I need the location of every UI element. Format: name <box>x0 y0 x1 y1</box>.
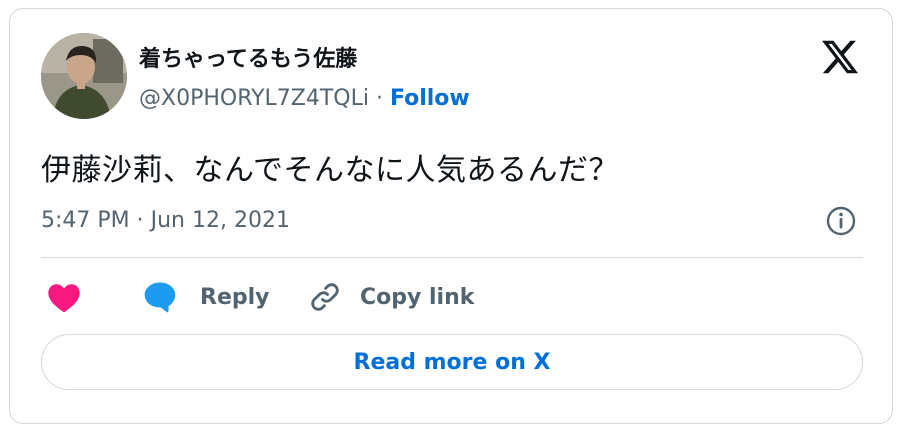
copy-link-button[interactable]: Copy link <box>308 279 474 315</box>
read-more-label: Read more on X <box>353 349 551 375</box>
author-handle[interactable]: @X0PHORYL7Z4TQLi <box>139 86 369 111</box>
link-icon <box>311 283 339 311</box>
avatar-image <box>41 33 127 119</box>
tweet-text: 伊藤沙莉、なんでそんなに人気あるんだ？ <box>41 153 619 188</box>
avatar[interactable] <box>41 33 127 119</box>
author-display-name[interactable]: 着ちゃってるもう佐藤 <box>139 41 357 73</box>
x-logo-icon[interactable] <box>820 37 860 77</box>
read-more-button[interactable]: Read more on X <box>41 334 863 390</box>
tweet-timestamp[interactable]: 5:47 PM · Jun 12, 2021 <box>41 208 290 233</box>
speech-bubble-icon <box>144 282 176 313</box>
author-handle-row: @X0PHORYL7Z4TQLi · Follow <box>139 86 470 111</box>
handle-separator: · <box>368 86 390 111</box>
copy-link-label: Copy link <box>360 284 475 310</box>
info-icon[interactable] <box>825 205 857 237</box>
follow-button[interactable]: Follow <box>390 86 470 111</box>
reply-label: Reply <box>200 284 270 310</box>
heart-icon[interactable] <box>46 281 82 313</box>
tweet-card: 着ちゃってるもう佐藤 @X0PHORYL7Z4TQLi · Follow 伊藤沙… <box>9 8 893 424</box>
divider <box>41 257 863 258</box>
reply-button[interactable]: Reply <box>142 279 270 315</box>
